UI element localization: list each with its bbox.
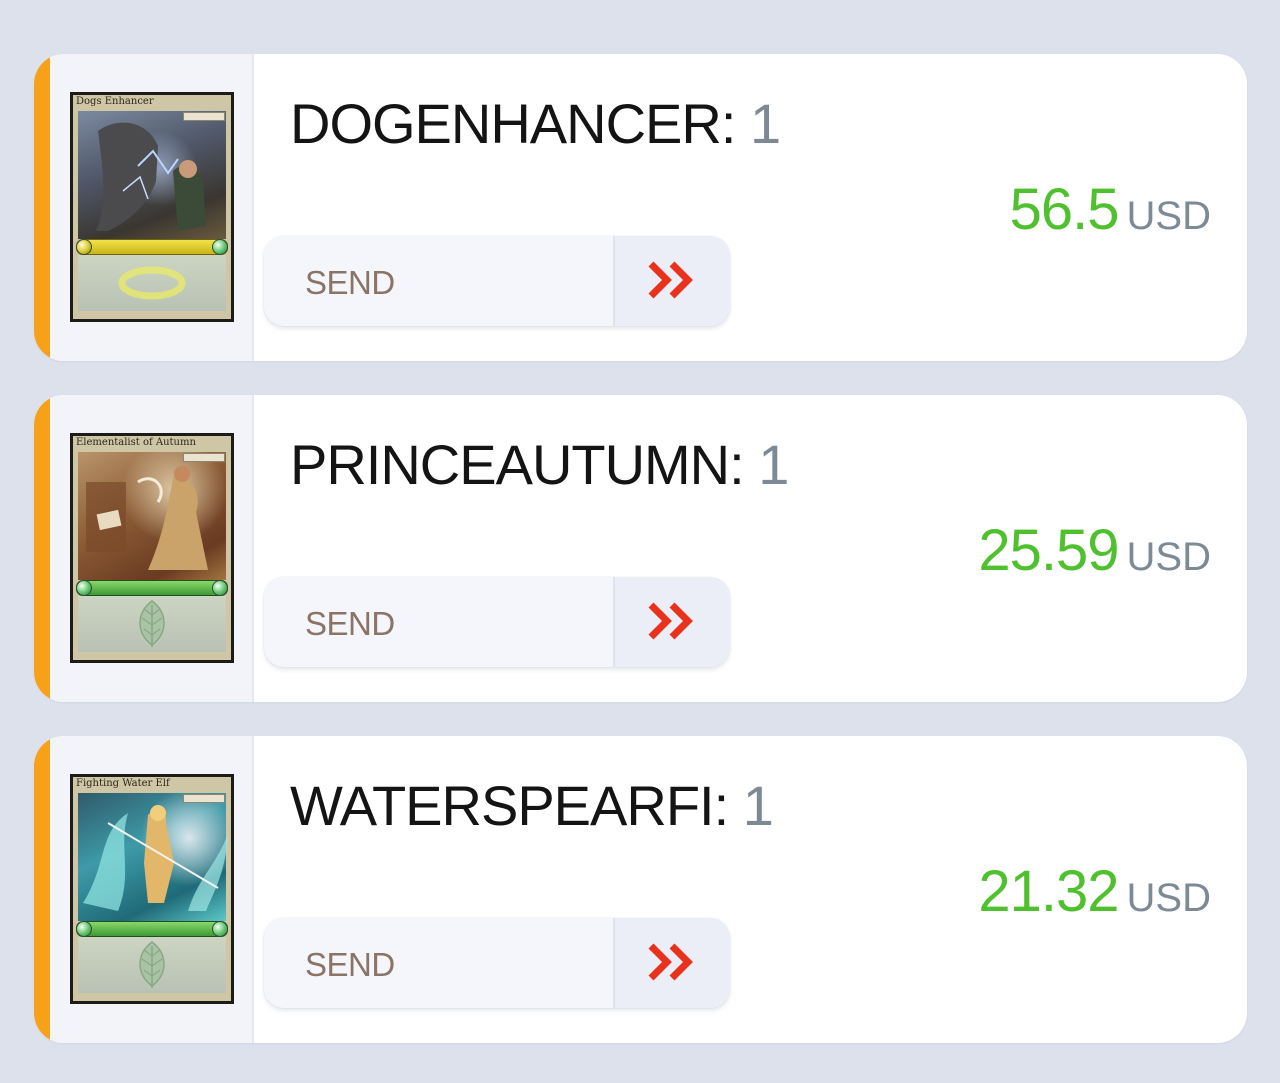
send-button-label: SEND (305, 264, 395, 301)
card-accent-stripe (34, 736, 50, 1043)
send-button[interactable]: SEND (264, 236, 730, 326)
card-thumbnail-title: Fighting Water Elf (76, 778, 170, 789)
card-accent-stripe (34, 54, 50, 361)
card-text-box (78, 255, 226, 311)
card-text-box (78, 596, 226, 652)
card-thumbnail-panel: Elementalist of Autumn (50, 395, 254, 702)
card-thumbnail-panel: Fighting Water Elf (50, 736, 254, 1043)
card-list-item: Fighting Water Elf WATERSPEARFI: 1 21.32… (34, 736, 1247, 1043)
price-amount: 56.5 (1009, 177, 1120, 242)
card-artwork (78, 111, 226, 239)
leaf-icon (139, 941, 165, 988)
card-type-tag (183, 112, 225, 121)
send-button-label: SEND (305, 946, 395, 983)
card-thumbnail-title: Elementalist of Autumn (76, 437, 196, 448)
gem-icon (212, 580, 228, 596)
card-thumbnail[interactable]: Dogs Enhancer (70, 92, 234, 322)
card-name-line: PRINCEAUTUMN: 1 (290, 431, 789, 499)
card-stat-bar (76, 921, 228, 937)
double-chevron-right-icon (648, 261, 693, 299)
card-name: WATERSPEARFI: (290, 774, 729, 837)
ring-icon (118, 266, 186, 300)
card-thumbnail-title: Dogs Enhancer (76, 96, 154, 107)
card-stat-bar (76, 239, 228, 255)
price-currency: USD (1126, 194, 1211, 238)
send-button-label: SEND (305, 605, 395, 642)
leaf-icon (139, 600, 165, 647)
gem-icon (76, 921, 92, 937)
card-name: PRINCEAUTUMN: (290, 433, 745, 496)
price-amount: 25.59 (978, 518, 1119, 583)
gem-icon (76, 580, 92, 596)
card-stat-bar (76, 580, 228, 596)
card-name-line: DOGENHANCER: 1 (290, 90, 781, 158)
card-artwork (78, 452, 226, 580)
card-list-item: Dogs Enhancer DOGENHANCER: 1 56.5 USD SEN… (34, 54, 1247, 361)
card-price: 56.5 USD (1010, 176, 1211, 243)
gem-icon (212, 239, 228, 255)
price-currency: USD (1126, 876, 1211, 920)
card-quantity: 1 (758, 433, 789, 496)
double-chevron-right-icon (648, 602, 693, 640)
gem-icon (212, 921, 228, 937)
card-name-line: WATERSPEARFI: 1 (290, 772, 774, 840)
card-list-item: Elementalist of Autumn PRINCEAUTUMN: 1 2… (34, 395, 1247, 702)
send-arrow-area[interactable] (613, 236, 730, 326)
card-price: 21.32 USD (978, 858, 1211, 925)
price-amount: 21.32 (978, 859, 1119, 924)
card-text-box (78, 937, 226, 993)
card-thumbnail[interactable]: Elementalist of Autumn (70, 433, 234, 663)
gem-icon (76, 239, 92, 255)
send-arrow-area[interactable] (613, 577, 730, 667)
card-name: DOGENHANCER: (290, 92, 736, 155)
card-thumbnail[interactable]: Fighting Water Elf (70, 774, 234, 1004)
card-artwork (78, 793, 228, 921)
card-thumbnail-panel: Dogs Enhancer (50, 54, 254, 361)
card-quantity: 1 (742, 774, 774, 837)
send-button[interactable]: SEND (264, 577, 730, 667)
card-type-tag (183, 453, 225, 462)
card-price: 25.59 USD (978, 517, 1211, 584)
card-accent-stripe (34, 395, 50, 702)
card-type-tag (183, 794, 225, 803)
price-currency: USD (1126, 535, 1211, 579)
card-quantity: 1 (749, 92, 781, 155)
double-chevron-right-icon (648, 943, 693, 981)
send-arrow-area[interactable] (613, 918, 730, 1008)
send-button[interactable]: SEND (264, 918, 730, 1008)
